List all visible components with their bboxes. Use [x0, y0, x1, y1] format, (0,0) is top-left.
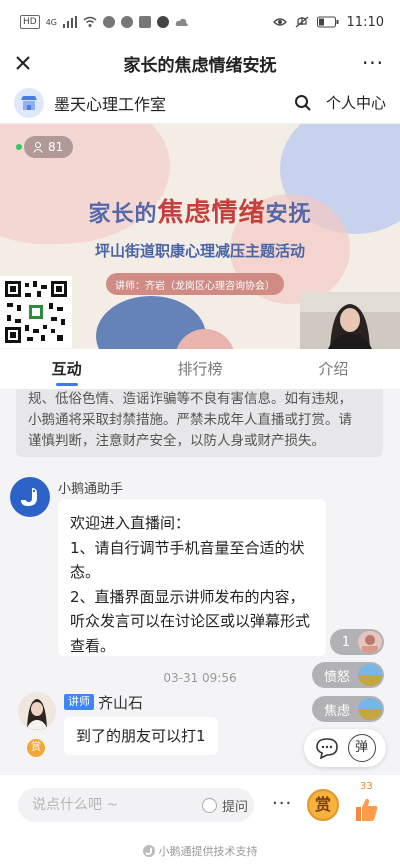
- person-icon: [33, 142, 43, 153]
- thumbs-up-icon: [356, 798, 378, 821]
- qr-code-image: [3, 279, 69, 345]
- reaction-avatar: [358, 698, 382, 720]
- tab-interaction[interactable]: 互动: [0, 349, 133, 389]
- banner-subtitle: 坪山街道职康心理减压主题活动: [94, 242, 305, 260]
- message-line: 1、请自行调节手机音量至合适的状: [70, 538, 305, 557]
- notice-line: 规、低俗色情、造谣诈骗等不良有害信息。如有违规，: [28, 391, 352, 407]
- close-icon: [16, 56, 30, 70]
- live-video[interactable]: 81 家长的焦虑情绪安抚 坪山街道职康心理减压主题活动 讲师：齐岩（龙岗区心理咨…: [0, 124, 400, 349]
- reaction-text: 1: [341, 634, 350, 650]
- like-button[interactable]: 33: [352, 781, 382, 825]
- input-placeholder: 说点什么吧 ~: [32, 797, 119, 813]
- reaction-text: 焦虑: [323, 703, 350, 719]
- like-count: 33: [360, 781, 373, 792]
- assistant-name: 小鹅通助手: [58, 482, 124, 497]
- teacher-camera[interactable]: [300, 292, 400, 349]
- music-icon: [139, 16, 151, 28]
- credit-text: 小鹅通提供技术支持: [158, 845, 258, 858]
- studio-name[interactable]: 墨天心理工作室: [54, 91, 290, 115]
- tab-intro[interactable]: 介绍: [267, 349, 400, 389]
- question-toggle[interactable]: 提问: [201, 788, 248, 822]
- hd-badge: HD: [20, 15, 40, 29]
- studio-avatar[interactable]: [14, 87, 44, 118]
- qq-icon: [157, 16, 169, 28]
- teacher-reward-button[interactable]: 赏: [27, 739, 45, 757]
- footer-credit: 小鹅通提供技术支持: [0, 835, 400, 867]
- teacher-name: 齐山石: [98, 694, 144, 712]
- speaker-line: 讲师：齐岩（龙岗区心理咨询协会）: [106, 273, 284, 295]
- message-line: 听众发言可以在讨论区或以弹幕形式: [70, 612, 311, 630]
- reaction-bubble: 1: [329, 629, 384, 655]
- more-button[interactable]: ···: [360, 50, 386, 76]
- assistant-avatar[interactable]: [10, 477, 50, 517]
- reward-button[interactable]: 赏: [307, 789, 339, 821]
- message-line: 态。: [70, 563, 101, 581]
- goose-logo-icon: [21, 488, 37, 506]
- shop-icon: [21, 95, 37, 110]
- assistant-message: 欢迎进入直播间： 1、请自行调节手机音量至合适的状 态。 2、直播界面显示讲师发…: [58, 499, 326, 656]
- page-title: 家长的焦虑情绪安抚: [123, 55, 277, 76]
- teacher-message: 到了的朋友可以打1: [64, 717, 218, 755]
- qr-code: [0, 276, 72, 348]
- chat-area[interactable]: 规、低俗色情、造谣诈骗等不良有害信息。如有违规， 小鹅通将采取封禁措施。严禁未成…: [0, 389, 400, 775]
- viewer-count-value: 81: [48, 140, 64, 154]
- notice-line: 小鹅通将采取封禁措施。严禁未成年人直播或打赏。请: [28, 412, 352, 428]
- search-button[interactable]: [290, 90, 316, 116]
- reaction-avatar: [358, 631, 382, 653]
- reaction-text: 愤怒: [323, 669, 350, 685]
- studio-bar: 墨天心理工作室 个人中心: [0, 82, 400, 124]
- search-icon: [294, 94, 311, 111]
- clock: 11:10: [346, 14, 384, 30]
- danmu-toggle[interactable]: 弹: [347, 734, 376, 762]
- goose-logo-icon: [142, 845, 155, 857]
- signal-icon: [63, 16, 77, 28]
- lecturer-badge: 讲师: [64, 694, 94, 710]
- app-notification-icon: [121, 16, 133, 28]
- close-button[interactable]: [10, 50, 36, 76]
- status-bar: HD 4G 11:10: [0, 0, 400, 44]
- app-notification-icon: [103, 16, 115, 28]
- signal-label: 4G: [45, 17, 57, 27]
- wifi-icon: [83, 16, 97, 27]
- teacher-avatar[interactable]: [18, 692, 56, 730]
- notice-line: 谨慎判断，注意财产安全，以防人身或财产损失。: [28, 433, 325, 449]
- reaction-avatar: [358, 664, 382, 686]
- message-line: 2、直播界面显示讲师发布的内容，: [70, 587, 305, 606]
- profile-link[interactable]: 个人中心: [326, 92, 386, 113]
- question-label: 提问: [221, 799, 248, 815]
- teacher-avatar-image: [18, 692, 56, 730]
- banner-title: 家长的焦虑情绪安抚: [88, 198, 312, 228]
- comment-input[interactable]: 说点什么吧 ~ 提问: [18, 788, 254, 822]
- comment-icon[interactable]: [315, 737, 339, 759]
- cloud-icon: [175, 18, 188, 26]
- input-bar: 说点什么吧 ~ 提问 ··· 赏 33: [0, 775, 400, 835]
- battery-icon: [316, 16, 339, 28]
- teacher-camera-image: [300, 292, 400, 349]
- tab-leaderboard[interactable]: 排行榜: [133, 349, 266, 389]
- viewer-count[interactable]: 81: [24, 136, 74, 158]
- mute-icon: [295, 16, 308, 28]
- more-options-button[interactable]: ···: [272, 793, 292, 814]
- question-checkbox[interactable]: [201, 797, 217, 813]
- reaction-bubble: 焦虑: [311, 696, 384, 722]
- floating-tools: 弹: [304, 729, 386, 767]
- eye-icon: [272, 18, 287, 26]
- reaction-bubble: 愤怒: [311, 662, 384, 688]
- tab-bar: 互动 排行榜 介绍: [0, 349, 400, 389]
- message-line: 欢迎进入直播间：: [70, 514, 191, 532]
- message-line: 查看。: [70, 636, 116, 655]
- system-notice: 规、低俗色情、造谣诈骗等不良有害信息。如有违规， 小鹅通将采取封禁措施。严禁未成…: [16, 389, 383, 457]
- title-bar: 家长的焦虑情绪安抚 ···: [0, 44, 400, 82]
- live-indicator: [16, 144, 22, 150]
